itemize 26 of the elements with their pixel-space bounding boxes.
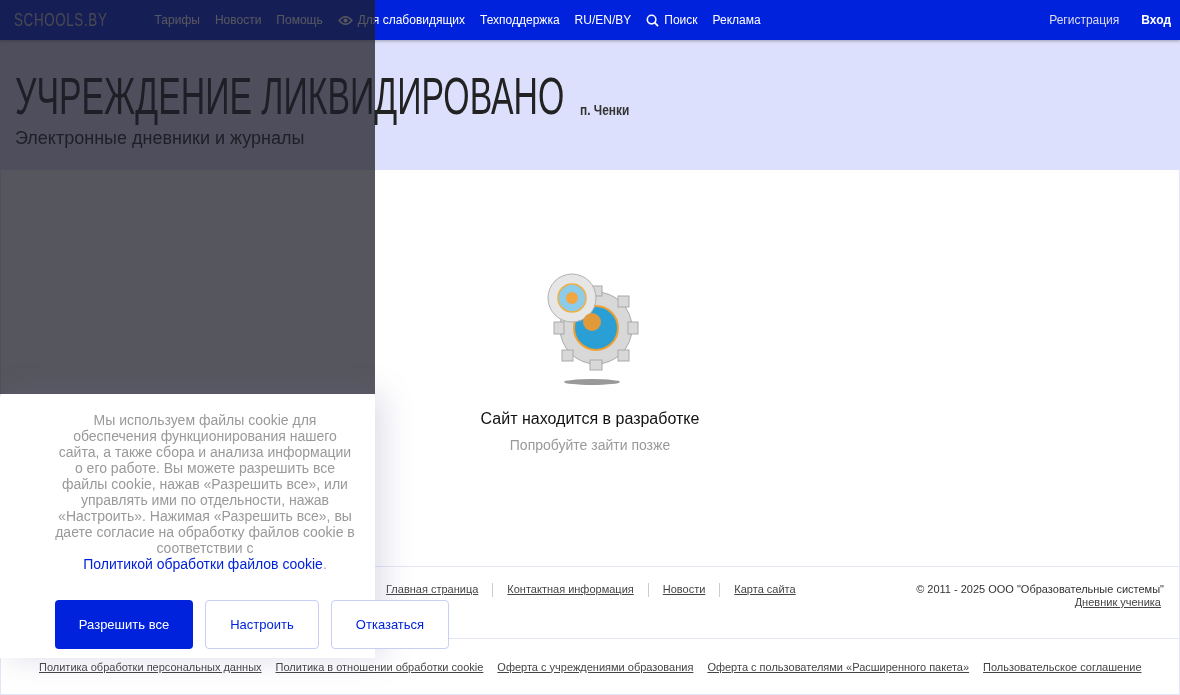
- footer-link[interactable]: Карта сайта: [734, 583, 796, 595]
- search-link[interactable]: Поиск: [646, 13, 698, 27]
- footer-link[interactable]: Новости: [662, 583, 706, 595]
- footer-link[interactable]: Контактная информация: [507, 583, 634, 595]
- legal-link[interactable]: Политика в отношении обработки cookie: [275, 660, 484, 673]
- diary-link[interactable]: Дневник ученика: [1074, 596, 1161, 608]
- legal-link[interactable]: Оферта с учреждениями образования: [497, 660, 694, 673]
- nav-link[interactable]: Реклама: [712, 13, 761, 27]
- status-title: Сайт находится в разработке: [480, 410, 700, 428]
- town-label: п. Ченки: [580, 102, 630, 120]
- search-icon: [646, 13, 660, 27]
- cookie-notice: Мы используем файлы cookie для обеспечения функционирования нашего сайта, а также сбора и анализа информации о его работе. Вы можете разрешить все файлы cookie, нажав «Разрешить все», или управлять ими по отдельности, нажав «Настроить». Нажимая «Разрешить все», вы даете согласие на обработку файлов cookie в соответствии с Политикой обработки файлов cookie.: [55, 412, 355, 572]
- login-link[interactable]: Вход: [1141, 13, 1171, 27]
- footer-link[interactable]: Главная страница: [386, 583, 479, 595]
- nav-link[interactable]: RU/EN/BY: [574, 13, 632, 27]
- status-hint: Попробуйте зайти позже: [509, 437, 671, 453]
- legal-link[interactable]: Оферта с пользователями «Расширенного пакета»: [707, 660, 970, 673]
- register-link[interactable]: Регистрация: [1049, 13, 1120, 27]
- cookie-button[interactable]: Разрешить все: [55, 600, 193, 649]
- cookie-button[interactable]: Настроить: [205, 600, 319, 649]
- cookie-button[interactable]: Отказаться: [331, 600, 449, 649]
- nav-link[interactable]: Техподдержка: [480, 13, 560, 27]
- cookie-policy-link[interactable]: Политикой обработки файлов cookie: [83, 556, 323, 572]
- legal-link[interactable]: Пользовательское соглашение: [983, 660, 1142, 673]
- legal-link[interactable]: Политика обработки персональных данных: [39, 660, 262, 673]
- copyright-text: © 2011 - 2025 ООО "Образовательные системы": [916, 583, 1164, 595]
